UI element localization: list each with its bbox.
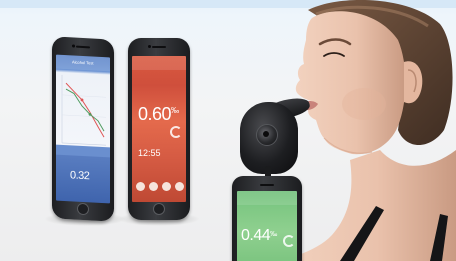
- bac-reading: 0.32: [70, 169, 90, 183]
- action-button: [162, 182, 171, 191]
- chart-point: [80, 98, 84, 102]
- action-button: [175, 182, 184, 191]
- test-time: 12:55: [138, 148, 161, 158]
- phone-red-app: 0.60‰ 12:55: [128, 38, 190, 220]
- phone-speaker: [260, 184, 274, 186]
- woman-portrait: [280, 0, 456, 261]
- result-screen: 0.44‰: [237, 191, 297, 261]
- phone-green-app: 0.44‰: [232, 176, 302, 261]
- app-header: [237, 191, 297, 205]
- phone-camera: [148, 45, 151, 48]
- progress-ring: [283, 235, 295, 247]
- breathalyzer-device: [240, 102, 298, 174]
- result-screen: 0.60‰ 12:55: [132, 56, 186, 202]
- bac-reading: 0.60‰: [138, 104, 179, 124]
- action-button: [136, 182, 145, 191]
- progress-ring: [170, 126, 182, 138]
- product-photo: Alcohol Test 0.32 0.60‰ 12:55 0.44‰: [0, 0, 456, 261]
- bac-reading: 0.44‰: [241, 227, 277, 244]
- phone-speaker: [76, 45, 90, 49]
- action-button: [149, 182, 158, 191]
- home-button: [77, 202, 89, 216]
- phone-camera: [72, 44, 75, 48]
- sensor-icon: [256, 124, 278, 146]
- phone-blue-app: Alcohol Test 0.32: [52, 36, 114, 222]
- chart-screen: Alcohol Test 0.32: [56, 54, 110, 204]
- app-header: [132, 56, 186, 70]
- home-button: [153, 203, 165, 215]
- phone-speaker: [152, 46, 166, 48]
